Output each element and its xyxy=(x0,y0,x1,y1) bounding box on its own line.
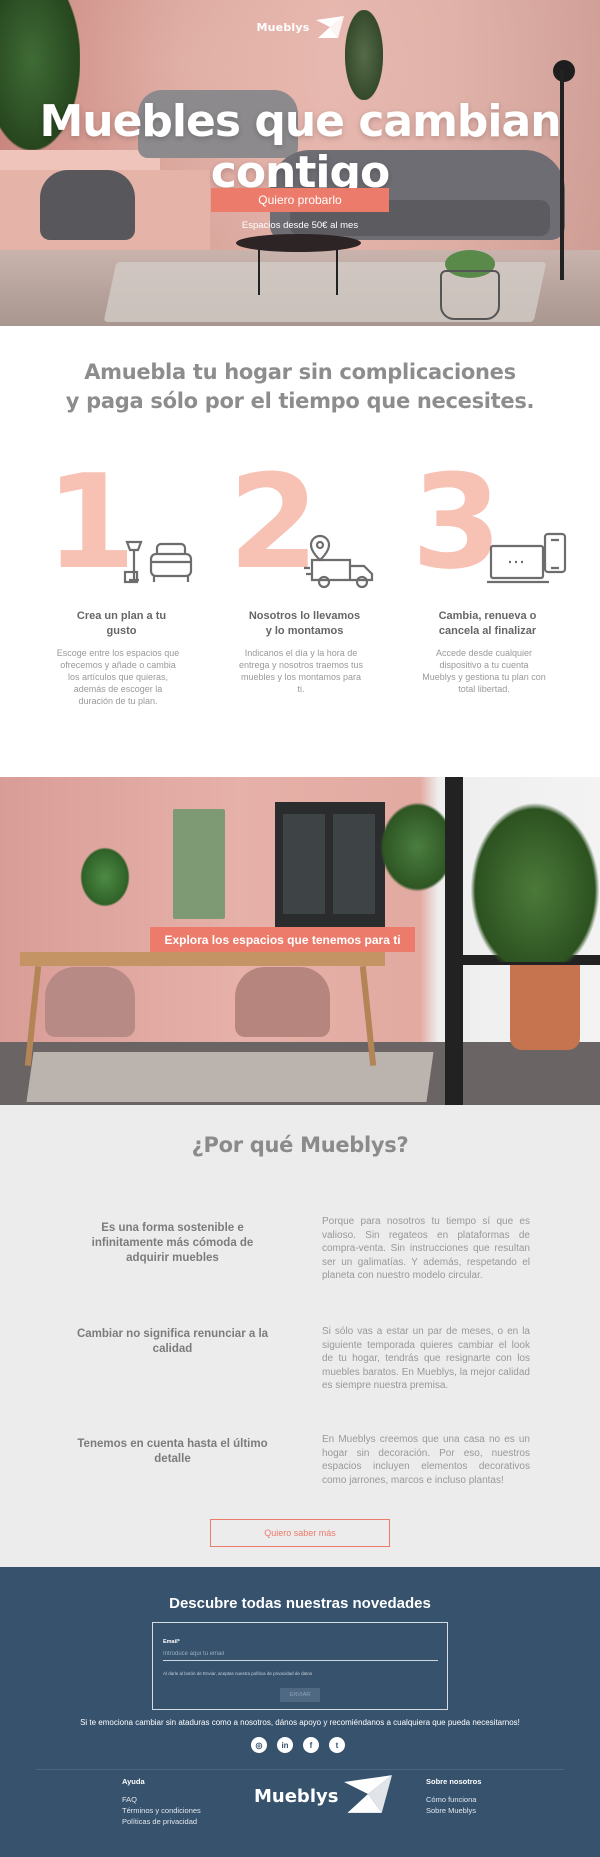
footer-section: Descubre todas nuestras novedades Email*… xyxy=(0,1567,600,1857)
hero-coffee-table-legs xyxy=(258,250,338,295)
explore-pegboard xyxy=(173,809,225,919)
hero-price-text: Espacios desde 50€ al mes xyxy=(241,220,359,231)
explore-cabinet-door-right xyxy=(333,814,375,914)
learn-more-button[interactable]: Quiero saber más xyxy=(210,1519,390,1547)
footer-about-title: Sobre nosotros xyxy=(426,1777,482,1786)
step-2: 2 Nosotros lo llevamos y lo montamos Ind… xyxy=(209,457,392,777)
step-text: Accede desde cualquier dispositivo a tu … xyxy=(422,648,546,694)
logo-mark-icon xyxy=(344,1775,393,1818)
why-section: ¿Por qué Mueblys? Es una forma sostenibl… xyxy=(0,1105,600,1567)
why-question: Cambiar no significa renunciar a la cali… xyxy=(76,1328,269,1355)
hero-section: Mueblys Muebles que cambian contigo Quie… xyxy=(0,0,600,326)
header-logo[interactable]: Mueblys xyxy=(0,16,600,38)
footer-link-how-it-works[interactable]: Cómo funciona xyxy=(426,1794,481,1805)
intro-line-1: Amuebla tu hogar sin complicaciones xyxy=(84,360,516,384)
privacy-notice: Al darle al botón de Enviar, aceptas nue… xyxy=(163,1671,313,1676)
explore-plant-small xyxy=(80,847,130,907)
hero-wire-basket xyxy=(440,270,500,320)
step-3: 3 Cambia, renueva o cancela al finalizar… xyxy=(392,457,575,777)
social-links: ◎ in f t xyxy=(251,1737,345,1753)
send-button[interactable]: ENVIAR xyxy=(280,1688,320,1702)
linkedin-icon[interactable]: in xyxy=(277,1737,293,1753)
email-field[interactable] xyxy=(163,1647,438,1661)
footer-about-column: Sobre nosotros Cómo funciona Sobre Muebl… xyxy=(426,1777,481,1816)
step-title: Crea un plan a tu gusto xyxy=(76,610,167,637)
intro-line-2: y paga sólo por el tiempo que necesites. xyxy=(65,389,535,413)
step-text: Indicanos el día y la hora de entrega y … xyxy=(238,648,364,694)
why-answer: Porque para nosotros tu tiempo sí que es… xyxy=(322,1216,530,1281)
facebook-icon[interactable]: f xyxy=(303,1737,319,1753)
step-title: Nosotros lo llevamos y lo montamos xyxy=(248,610,361,637)
hero-title: Muebles que cambian contigo xyxy=(39,96,561,198)
footer-divider xyxy=(36,1769,564,1770)
explore-black-pillar xyxy=(445,777,463,1105)
explore-plant-back xyxy=(380,802,455,892)
email-label: Email* xyxy=(163,1639,180,1645)
why-title: ¿Por qué Mueblys? xyxy=(191,1133,409,1157)
instagram-icon[interactable]: ◎ xyxy=(251,1737,267,1753)
footer-link-about-mueblys[interactable]: Sobre Mueblys xyxy=(426,1805,481,1816)
explore-chair-right xyxy=(235,967,330,1037)
newsletter-title: Descubre todas nuestras novedades xyxy=(169,1595,431,1612)
explore-monstera-plant xyxy=(470,802,600,962)
explore-chair-left xyxy=(45,967,135,1037)
why-question: Tenemos en cuenta hasta el último detall… xyxy=(77,1438,268,1465)
step-1: 1 Crea un plan a tu gusto Escoge entre l… xyxy=(26,457,209,777)
footer-logo[interactable]: Mueblys xyxy=(254,1775,393,1818)
intro-section: Amuebla tu hogar sin complicaciones y pa… xyxy=(0,326,600,777)
newsletter-form: Email* Al darle al botón de Enviar, acep… xyxy=(152,1622,448,1710)
hero-lamp-head xyxy=(553,60,575,82)
delivery-truck-icon xyxy=(303,532,384,592)
share-text: Si te emociona cambiar sin ataduras como… xyxy=(80,1718,520,1727)
twitter-icon[interactable]: t xyxy=(329,1737,345,1753)
why-question: Es una forma sostenible e infinitamente … xyxy=(91,1222,254,1264)
footer-logo-text: Mueblys xyxy=(254,1786,339,1807)
intro-headline: Amuebla tu hogar sin complicaciones y pa… xyxy=(0,358,600,416)
logo-text: Mueblys xyxy=(256,20,310,34)
footer-help-column: Ayuda FAQ Términos y condiciones Polític… xyxy=(122,1777,201,1827)
explore-cabinet-door-left xyxy=(283,814,325,914)
footer-link-privacy[interactable]: Políticas de privacidad xyxy=(122,1816,201,1827)
devices-icon xyxy=(486,532,567,592)
armchair-icon xyxy=(121,532,201,592)
logo-mark-icon xyxy=(315,16,344,38)
step-text: Escoge entre los espacios que ofrecemos … xyxy=(56,648,180,706)
explore-spaces-button[interactable]: Explora los espacios que tenemos para ti xyxy=(150,927,415,952)
step-title: Cambia, renueva o cancela al finalizar xyxy=(438,610,537,637)
try-it-button[interactable]: Quiero probarlo xyxy=(211,188,389,212)
why-answer: En Mueblys creemos que una casa no es un… xyxy=(322,1434,530,1486)
footer-help-title: Ayuda xyxy=(122,1777,145,1786)
explore-dining-table xyxy=(20,952,385,966)
footer-link-terms[interactable]: Términos y condiciones xyxy=(122,1805,201,1816)
steps-list: 1 Crea un plan a tu gusto Escoge entre l… xyxy=(0,457,600,777)
explore-plant-pot xyxy=(510,965,580,1050)
footer-link-faq[interactable]: FAQ xyxy=(122,1794,201,1805)
explore-section: Explora los espacios que tenemos para ti xyxy=(0,777,600,1105)
why-answer: Si sólo vas a estar un par de meses, o e… xyxy=(322,1326,530,1391)
